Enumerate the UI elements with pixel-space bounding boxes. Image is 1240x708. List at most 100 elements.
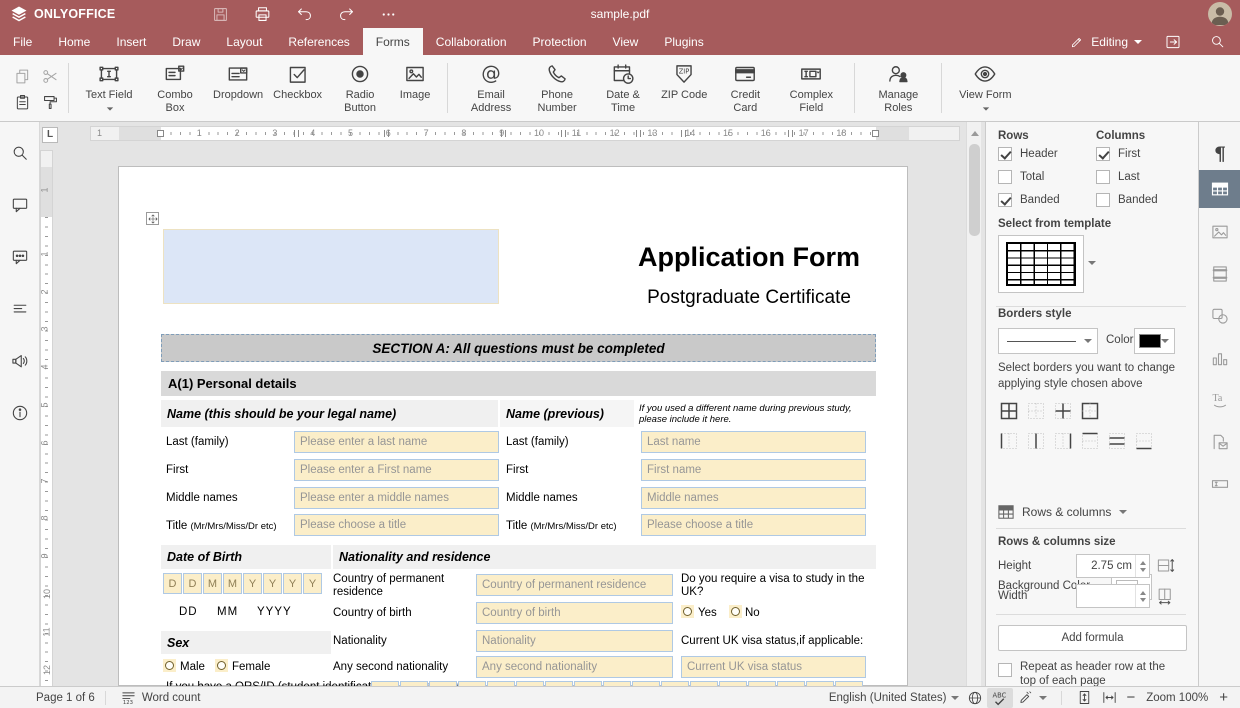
zip-code-button[interactable]: ZIP ZIP Code <box>656 59 712 104</box>
document-page[interactable]: Application Form Postgraduate Certificat… <box>118 166 908 686</box>
print-button[interactable] <box>245 2 279 26</box>
middle-names-field[interactable]: Please enter a middle names <box>294 487 499 509</box>
radio-button-button[interactable]: Radio Button <box>327 59 393 116</box>
headers-footers-settings-button[interactable] <box>1199 256 1240 292</box>
country-perm-field[interactable]: Country of permanent residence <box>476 574 673 596</box>
add-formula-button[interactable]: Add formula <box>998 625 1187 651</box>
indent-marker[interactable] <box>157 130 164 137</box>
border-left-button[interactable] <box>998 430 1020 452</box>
tab-layout[interactable]: Layout <box>213 28 275 55</box>
distribute-rows-button[interactable] <box>1156 556 1175 578</box>
form-settings-button[interactable] <box>1199 466 1240 502</box>
sex-female-radio[interactable] <box>215 659 228 672</box>
user-avatar[interactable] <box>1208 2 1232 26</box>
save-button[interactable] <box>203 2 237 26</box>
checkbox-button[interactable]: Checkbox <box>268 59 327 104</box>
vertical-scrollbar[interactable] <box>966 122 981 686</box>
border-inner-button[interactable] <box>1052 400 1074 422</box>
chevron-down-icon[interactable] <box>1088 261 1096 265</box>
check-banded-columns[interactable]: Banded <box>1096 193 1158 207</box>
visa-no-radio[interactable] <box>729 605 742 618</box>
prev-title-field[interactable]: Please choose a title <box>641 514 866 536</box>
tab-plugins[interactable]: Plugins <box>651 28 716 55</box>
scroll-up-button[interactable] <box>968 126 981 140</box>
tab-collaboration[interactable]: Collaboration <box>423 28 520 55</box>
sex-male-radio[interactable] <box>163 659 176 672</box>
table-template-selector[interactable] <box>998 235 1084 293</box>
about-button[interactable] <box>7 400 33 426</box>
visa-status-field[interactable]: Current UK visa status <box>681 656 866 678</box>
prev-middle-names-field[interactable]: Middle names <box>641 487 866 509</box>
nationality-field[interactable]: Nationality <box>476 630 673 652</box>
second-nat-field[interactable]: Any second nationality <box>476 656 673 678</box>
border-right-button[interactable] <box>1052 430 1074 452</box>
scrollbar-thumb[interactable] <box>969 144 980 236</box>
tab-insert[interactable]: Insert <box>103 28 159 55</box>
prev-last-name-field[interactable]: Last name <box>641 431 866 453</box>
fit-width-button[interactable] <box>1097 688 1122 708</box>
repeat-header-checkbox[interactable]: Repeat as header row at the top of each … <box>998 660 1183 686</box>
paste-button[interactable] <box>8 89 36 115</box>
tab-references[interactable]: References <box>275 28 362 55</box>
view-form-button[interactable]: View Form <box>952 59 1018 116</box>
manage-roles-button[interactable]: Manage Roles <box>865 59 931 116</box>
spellcheck-button[interactable]: ABC <box>987 688 1013 708</box>
check-first-column[interactable]: First <box>1096 147 1140 161</box>
shape-settings-button[interactable] <box>1199 298 1240 334</box>
height-spinner[interactable]: 2.75 cm <box>1076 554 1150 578</box>
language-selector[interactable]: English (United States) <box>825 688 964 708</box>
combo-box-button[interactable]: Combo Box <box>142 59 208 116</box>
last-name-field[interactable]: Please enter a last name <box>294 431 499 453</box>
chart-settings-button[interactable] <box>1199 340 1240 376</box>
phone-number-button[interactable]: Phone Number <box>524 59 590 116</box>
tab-view[interactable]: View <box>600 28 652 55</box>
table-settings-button[interactable] <box>1199 170 1240 208</box>
border-outer-button[interactable] <box>1079 400 1101 422</box>
format-painter-button[interactable] <box>36 89 64 115</box>
paragraph-settings-button[interactable]: ¶ <box>1199 136 1240 172</box>
zoom-in-button[interactable]: + <box>1215 688 1232 708</box>
border-bottom-button[interactable] <box>1133 430 1155 452</box>
more-actions-button[interactable] <box>371 2 405 26</box>
check-last-column[interactable]: Last <box>1096 170 1140 184</box>
tab-protection[interactable]: Protection <box>520 28 600 55</box>
border-inner-horizontal-button[interactable] <box>1106 430 1128 452</box>
track-changes-button[interactable] <box>1013 688 1051 708</box>
zoom-out-button[interactable]: − <box>1122 688 1139 708</box>
page-indicator[interactable]: Page 1 of 6 <box>36 692 95 704</box>
dob-boxes[interactable]: DDMMYYYY <box>163 573 323 594</box>
complex-field-button[interactable]: Complex Field <box>778 59 844 116</box>
search-button[interactable] <box>1200 30 1234 54</box>
word-count-button[interactable]: 123 Word count <box>116 688 205 708</box>
open-file-location-button[interactable] <box>1156 30 1190 54</box>
table-move-handle[interactable] <box>146 212 159 225</box>
vertical-ruler[interactable]: 123456789101112 1 <box>40 150 53 686</box>
search-panel-button[interactable] <box>7 140 33 166</box>
email-address-button[interactable]: @ Email Address <box>458 59 524 116</box>
navigation-panel-button[interactable] <box>7 296 33 322</box>
tab-forms[interactable]: Forms <box>363 28 423 55</box>
horizontal-ruler[interactable]: 123456789101112131415161718 1 <box>90 126 960 141</box>
set-language-button[interactable] <box>963 688 987 708</box>
border-style-dropdown[interactable] <box>998 328 1098 354</box>
tab-home[interactable]: Home <box>45 28 103 55</box>
first-name-field[interactable]: Please enter a First name <box>294 459 499 481</box>
comments-panel-button[interactable] <box>7 192 33 218</box>
check-banded-rows[interactable]: Banded <box>998 193 1060 207</box>
credit-card-button[interactable]: Credit Card <box>712 59 778 116</box>
width-spinner[interactable] <box>1076 584 1150 608</box>
check-total-row[interactable]: Total <box>998 170 1044 184</box>
image-button[interactable]: Image <box>393 59 437 104</box>
fit-page-button[interactable] <box>1072 688 1097 708</box>
date-time-button[interactable]: Date & Time <box>590 59 656 116</box>
distribute-columns-button[interactable] <box>1156 586 1175 608</box>
prev-first-name-field[interactable]: First name <box>641 459 866 481</box>
border-all-button[interactable] <box>998 400 1020 422</box>
feedback-button[interactable] <box>7 348 33 374</box>
border-none-button[interactable] <box>1025 400 1047 422</box>
text-art-settings-button[interactable]: Ta <box>1199 382 1240 418</box>
editing-mode-button[interactable]: Editing <box>1066 32 1146 52</box>
mail-merge-settings-button[interactable] <box>1199 424 1240 460</box>
zoom-level[interactable]: Zoom 100% <box>1139 692 1215 704</box>
text-field-button[interactable]: Text Field <box>76 59 142 116</box>
